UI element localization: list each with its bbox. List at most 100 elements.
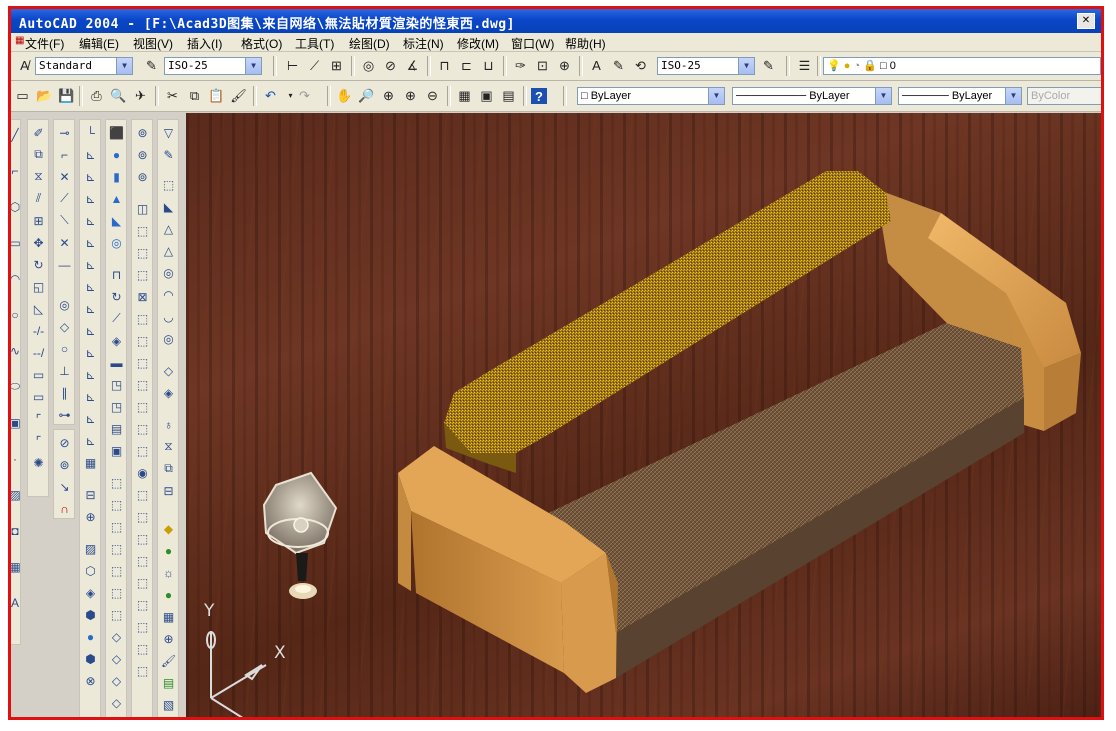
3d-face-icon[interactable]: ◇	[160, 362, 177, 379]
snap-perpendicular-icon[interactable]: ◇	[56, 318, 73, 335]
move-icon[interactable]: ✥	[30, 234, 47, 251]
tool-palettes-icon[interactable]: ▤	[499, 86, 518, 105]
snap-node-icon[interactable]: ∥	[56, 384, 73, 401]
ruled-mesh-icon[interactable]: ⧉	[160, 460, 177, 477]
setup-view-icon[interactable]: ◳	[108, 398, 125, 415]
drawing-viewport[interactable]: Y X	[186, 113, 1101, 717]
landscape-library-icon[interactable]: ⬚	[134, 442, 151, 459]
lights-icon[interactable]: ⬚	[134, 266, 151, 283]
circle-icon[interactable]: ○	[11, 306, 20, 323]
map-icon[interactable]: ⊕	[160, 630, 177, 647]
dim-update-icon[interactable]: ⟲	[631, 56, 650, 75]
snap-endpoint-icon[interactable]: ⊸	[56, 124, 73, 141]
menu-dimension[interactable]: 标注(N)	[403, 35, 444, 52]
angular-dim-icon[interactable]: ∡	[403, 56, 422, 75]
torus-surface-icon[interactable]: ◎	[160, 330, 177, 347]
spline-icon[interactable]: ∿	[11, 342, 20, 359]
ucs-face-icon[interactable]: ⊾	[82, 190, 99, 207]
flatshot-icon[interactable]: ✎	[160, 146, 177, 163]
pan-icon[interactable]: ✋	[335, 86, 354, 105]
offset-icon[interactable]: ⫽	[30, 190, 47, 207]
center-mark-icon[interactable]: ⊕	[555, 56, 574, 75]
ucs-world-icon[interactable]: ⊾	[82, 146, 99, 163]
mapping-icon[interactable]: ⬚	[134, 332, 151, 349]
slice-icon[interactable]: ⟋	[108, 310, 125, 327]
intersect-icon[interactable]: ⊚	[134, 168, 151, 185]
surface-edge-icon[interactable]: ⬚	[134, 552, 151, 569]
edge-mesh-icon[interactable]: ⊟	[160, 482, 177, 499]
sun-icon[interactable]: ●	[844, 60, 851, 72]
landscape-icon[interactable]: ⬚	[134, 398, 151, 415]
publish-icon[interactable]: ✈	[131, 86, 150, 105]
chamfer-icon[interactable]: ⌜	[30, 410, 47, 427]
chevron-down-icon[interactable]: ▼	[116, 58, 132, 74]
union-icon[interactable]: ⊚	[134, 124, 151, 141]
copy-object-icon[interactable]: ⧉	[30, 146, 47, 163]
menu-edit[interactable]: 编辑(E)	[79, 35, 119, 52]
teapot-icon[interactable]: ●	[160, 542, 177, 559]
view-front-icon[interactable]: ▨	[82, 540, 99, 557]
block-icon[interactable]: ▣	[11, 414, 21, 431]
menu-insert[interactable]: 插入(I)	[187, 35, 222, 52]
leader-icon[interactable]: ✑	[511, 56, 530, 75]
snap-extension-icon[interactable]: ⟍	[56, 212, 73, 229]
freeze-icon[interactable]: ◔	[853, 60, 860, 72]
light-icon[interactable]: ☼	[160, 564, 177, 581]
surface-2d-icon[interactable]: ⬚	[134, 508, 151, 525]
dim-style-icon[interactable]: ✎	[142, 56, 161, 75]
render-prefs-icon[interactable]: ◉	[134, 464, 151, 481]
continue-dim-icon[interactable]: ⊔	[479, 56, 498, 75]
sphere-icon[interactable]: ●	[82, 628, 99, 645]
setup-drawing-icon[interactable]: ◳	[108, 376, 125, 393]
ucs-named-icon[interactable]: ⊾	[82, 388, 99, 405]
snap-intersection-icon[interactable]: ✕	[56, 168, 73, 185]
menu-window[interactable]: 窗口(W)	[511, 35, 554, 52]
properties-icon[interactable]: ▦	[455, 86, 474, 105]
material-icon[interactable]: ●	[160, 586, 177, 603]
dish-icon[interactable]: ◡	[160, 308, 177, 325]
mirror-icon[interactable]: ⧖	[30, 168, 47, 185]
ucs-y-icon[interactable]: ⊾	[82, 322, 99, 339]
image-icon[interactable]: ▧	[160, 696, 177, 713]
snap-quadrant-icon[interactable]: —	[56, 256, 73, 273]
text-icon[interactable]: A	[11, 594, 20, 611]
landscape-new-icon[interactable]: ▤	[160, 674, 177, 691]
lineweight-select[interactable]: ────── ByLayer ▼	[898, 87, 1022, 105]
shell-icon[interactable]: ◇	[108, 694, 125, 711]
rotate-face-icon[interactable]: ⬚	[108, 562, 125, 579]
view-back-icon[interactable]: ⬡	[82, 562, 99, 579]
taper-face-icon[interactable]: ⬚	[108, 584, 125, 601]
view-sw-icon[interactable]: ⬢	[82, 606, 99, 623]
cone-icon[interactable]: ▲	[108, 190, 125, 207]
view-ne-icon[interactable]: ⬢	[82, 650, 99, 667]
menu-view[interactable]: 视图(V)	[133, 35, 173, 52]
magnet-icon[interactable]: ∩	[56, 500, 73, 517]
surface-tabulated-icon[interactable]: ⬚	[134, 618, 151, 635]
match-properties-icon[interactable]: 🖌	[229, 86, 248, 105]
subtract-icon[interactable]: ⊚	[134, 146, 151, 163]
redo-icon[interactable]: ↷	[295, 86, 314, 105]
section-icon[interactable]: ◈	[108, 332, 125, 349]
menu-format[interactable]: 格式(O)	[241, 35, 282, 52]
ucs-apply-icon[interactable]: ⊾	[82, 366, 99, 383]
array-icon[interactable]: ⊞	[30, 212, 47, 229]
delete-face-icon[interactable]: ⬚	[108, 540, 125, 557]
chevron-down-icon[interactable]: ▼	[738, 58, 754, 74]
scene-icon[interactable]: ⬚	[134, 244, 151, 261]
lightbulb-icon[interactable]: 💡	[827, 60, 841, 72]
snap-midpoint-icon[interactable]: ⌐	[56, 146, 73, 163]
dim-style-select-2[interactable]: ISO-25 ▼	[657, 57, 755, 75]
polyline-icon[interactable]: ⌐	[11, 162, 20, 179]
snap-parallel-icon[interactable]: ○	[56, 340, 73, 357]
paste-icon[interactable]: 📋	[207, 86, 226, 105]
color-select[interactable]: □ ByLayer ▼	[577, 87, 725, 105]
erase-icon[interactable]: ✐	[30, 124, 47, 141]
setup-profile-icon[interactable]: ▤	[108, 420, 125, 437]
ucs-x-icon[interactable]: ⊾	[82, 300, 99, 317]
trim-icon[interactable]: -/-	[30, 322, 47, 339]
zoom-in-icon[interactable]: ⊕	[401, 86, 420, 105]
extrude-face-icon[interactable]: ⬚	[108, 474, 125, 491]
render-icon[interactable]: ⬚	[134, 222, 151, 239]
box-surface-icon[interactable]: ⬚	[160, 176, 177, 193]
lock-icon[interactable]: 🔒	[863, 60, 877, 72]
